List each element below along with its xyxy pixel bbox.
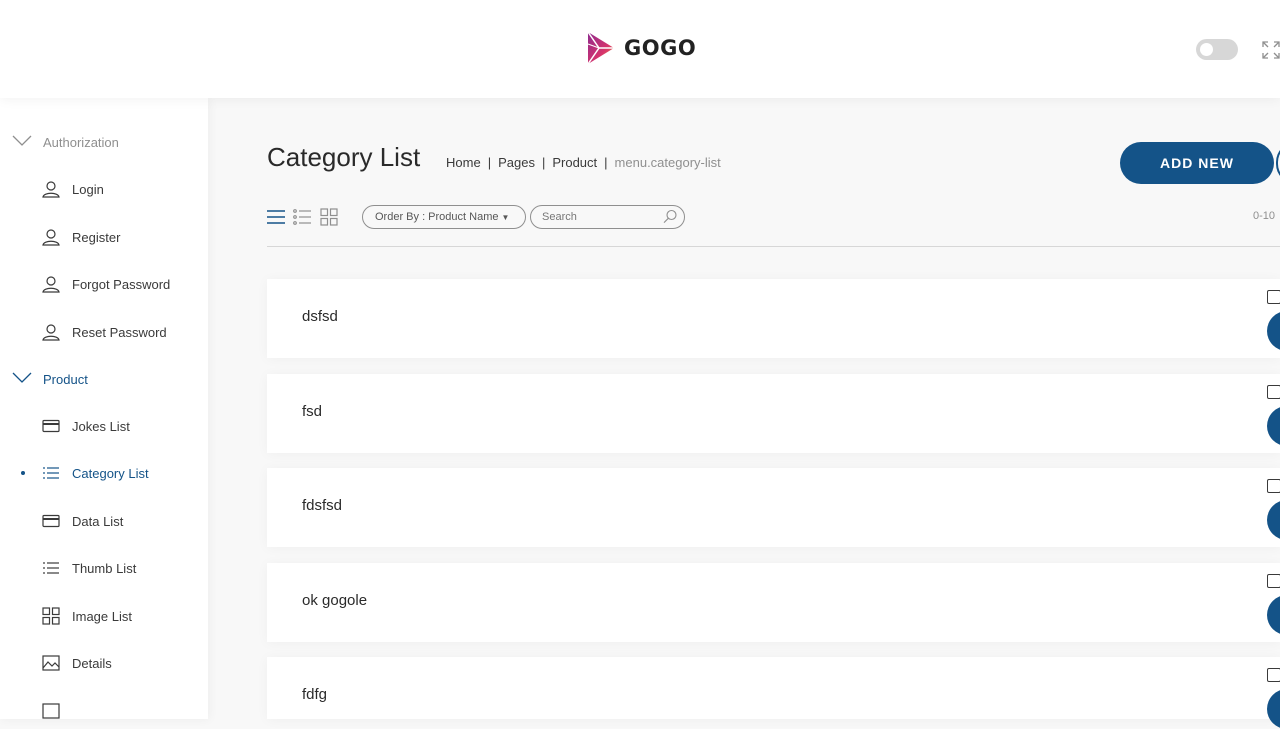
- sidebar-item-label: Data List: [72, 514, 124, 529]
- page-count: 0-10: [1253, 210, 1276, 222]
- add-new-button[interactable]: ADD NEW: [1120, 142, 1274, 184]
- sidebar-item-thumb-list[interactable]: Thumb List: [0, 554, 208, 582]
- breadcrumb-separator: |: [541, 155, 546, 170]
- image-view-icon[interactable]: [320, 208, 338, 226]
- separator: [267, 246, 1280, 247]
- chevron-down-icon: [12, 135, 32, 146]
- add-new-dropdown-toggle[interactable]: [1276, 142, 1280, 184]
- list-item[interactable]: ok gogole: [267, 563, 1280, 642]
- sidebar-item-register[interactable]: Register: [0, 223, 208, 251]
- breadcrumb-pages[interactable]: Pages: [498, 155, 535, 170]
- credit-card-icon: [42, 419, 60, 433]
- item-checkbox[interactable]: [1267, 574, 1280, 588]
- sidebar-item-label: Reset Password: [72, 325, 167, 340]
- sidebar-group-label: Product: [43, 372, 88, 387]
- breadcrumb-product[interactable]: Product: [552, 155, 597, 170]
- image-icon: [42, 703, 60, 719]
- theme-toggle[interactable]: [1196, 39, 1238, 60]
- list-item[interactable]: fsd: [267, 374, 1280, 453]
- item-checkbox[interactable]: [1267, 479, 1280, 493]
- sidebar-item-label: Login: [72, 182, 104, 197]
- category-name[interactable]: fdfg: [302, 686, 327, 703]
- item-action-button[interactable]: [1267, 311, 1280, 351]
- fullscreen-icon[interactable]: [1262, 41, 1280, 59]
- list-view-icon[interactable]: [267, 208, 285, 226]
- sidebar-item-jokes-list[interactable]: Jokes List: [0, 412, 208, 440]
- category-name[interactable]: dsfsd: [302, 308, 338, 325]
- image-icon: [42, 655, 60, 671]
- search-icon[interactable]: [663, 209, 678, 224]
- brand-name: GOGO: [624, 36, 697, 60]
- user-icon: [42, 181, 60, 198]
- logo[interactable]: GOGO: [585, 30, 696, 66]
- sidebar-item-details[interactable]: Details: [0, 649, 208, 677]
- order-by-dropdown[interactable]: Order By : Product Name ▼: [362, 205, 526, 229]
- sidebar-group-label: Authorization: [43, 135, 119, 150]
- breadcrumb-separator: |: [604, 155, 608, 170]
- list-icon: [43, 467, 59, 479]
- item-action-button[interactable]: [1267, 406, 1280, 446]
- sidebar-item-label: Category List: [72, 466, 149, 481]
- user-icon: [42, 324, 60, 341]
- thumb-view-icon[interactable]: [293, 208, 311, 226]
- sidebar-item-label: Details: [72, 656, 112, 671]
- user-icon: [42, 276, 60, 293]
- sidebar-item-label: Forgot Password: [72, 277, 171, 292]
- page-title: Category List: [267, 142, 421, 172]
- sidebar-item-category-list[interactable]: Category List: [0, 459, 208, 487]
- item-checkbox[interactable]: [1267, 290, 1280, 304]
- sidebar-item-forgot-password[interactable]: Forgot Password: [0, 270, 208, 298]
- top-navbar: GOGO: [0, 0, 1280, 98]
- category-name[interactable]: fdsfsd: [302, 497, 342, 514]
- search-input[interactable]: [542, 209, 652, 225]
- credit-card-icon: [42, 514, 60, 528]
- list-item[interactable]: fdfg: [267, 657, 1280, 729]
- gogo-logo-icon: [587, 31, 614, 65]
- breadcrumb-separator: |: [487, 155, 492, 170]
- sidebar-item-reset-password[interactable]: Reset Password: [0, 318, 208, 346]
- breadcrumb: Home | Pages | Product | menu.category-l…: [446, 155, 721, 170]
- category-name[interactable]: fsd: [302, 403, 322, 420]
- list-item[interactable]: dsfsd: [267, 279, 1280, 358]
- order-by-label: Order By : Product Name: [375, 211, 499, 223]
- search-box[interactable]: [530, 205, 685, 229]
- item-action-button[interactable]: [1267, 500, 1280, 540]
- list-icon: [43, 562, 59, 574]
- sidebar-submenu: Authorization Login Register Forgot Pass…: [0, 98, 208, 719]
- sidebar-item-label: Image List: [72, 609, 132, 624]
- item-action-button[interactable]: [1267, 689, 1280, 729]
- sidebar-item-label: Thumb List: [72, 561, 137, 576]
- sidebar-item-partial[interactable]: [0, 697, 208, 719]
- chevron-down-icon: [12, 372, 32, 383]
- grid-icon: [42, 607, 60, 625]
- breadcrumb-home[interactable]: Home: [446, 155, 481, 170]
- caret-down-icon: ▼: [501, 212, 510, 222]
- user-icon: [42, 229, 60, 246]
- active-indicator: [21, 471, 25, 475]
- sidebar-item-image-list[interactable]: Image List: [0, 602, 208, 630]
- category-name[interactable]: ok gogole: [302, 592, 367, 609]
- sidebar-item-data-list[interactable]: Data List: [0, 507, 208, 535]
- sidebar-item-label: Jokes List: [72, 419, 130, 434]
- breadcrumb-current: menu.category-list: [614, 155, 721, 170]
- item-checkbox[interactable]: [1267, 385, 1280, 399]
- list-item[interactable]: fdsfsd: [267, 468, 1280, 547]
- sidebar-item-login[interactable]: Login: [0, 175, 208, 203]
- item-action-button[interactable]: [1267, 595, 1280, 635]
- sidebar-item-label: Register: [72, 230, 121, 245]
- item-checkbox[interactable]: [1267, 668, 1280, 682]
